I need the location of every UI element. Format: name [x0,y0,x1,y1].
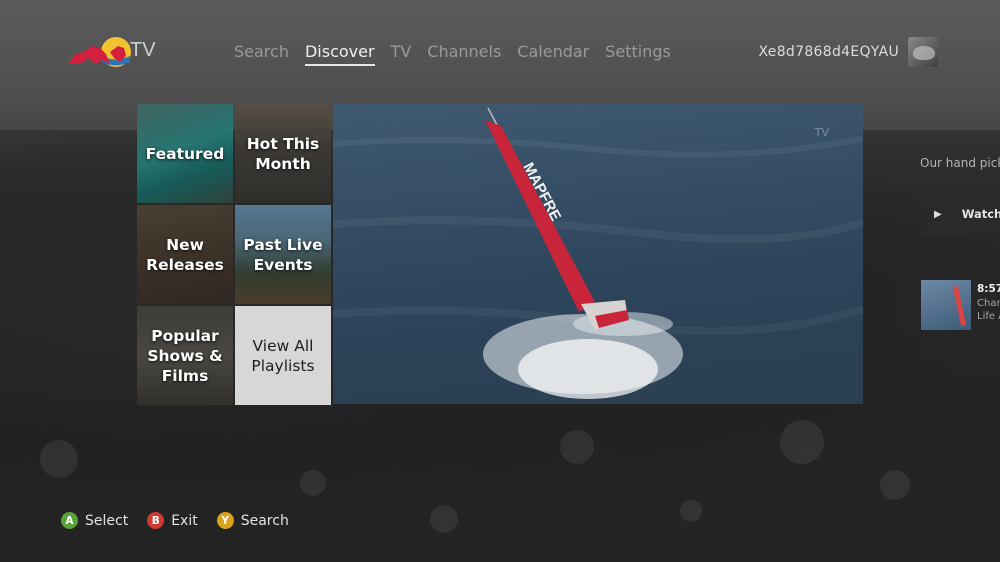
tile-popular-shows-films[interactable]: Popular Shows & Films [137,306,233,405]
background-bokeh [430,505,458,533]
nav-calendar[interactable]: Calendar [517,42,589,66]
nav-search[interactable]: Search [234,42,289,66]
hint-label: Exit [171,512,198,529]
tile-label: New Releases [146,235,224,274]
tile-label: Past Live Events [243,235,323,274]
nav-channels[interactable]: Channels [427,42,501,66]
schedule-title: Char [977,298,1000,309]
schedule-thumbnail[interactable] [921,280,971,330]
watch-label: Watch [961,207,1000,221]
tile-label: Featured [145,144,225,163]
tile-label: Hot This Month [246,134,320,173]
background-bokeh [300,470,326,496]
tile-hot-this-month[interactable]: Hot This Month [235,104,331,203]
background-bokeh [880,470,910,500]
b-button-icon: B [147,512,165,529]
tile-new-releases[interactable]: New Releases [137,205,233,304]
tile-view-all-playlists[interactable]: View All Playlists [235,306,331,405]
background-bokeh [560,430,594,464]
watch-button[interactable]: ▶ Watch [921,193,1000,235]
y-button-icon: Y [216,512,234,529]
gamertag: Xe8d7868d4EQYAU [758,44,899,60]
playlist-tile-grid: Featured Hot This Month New Releases Pas… [137,104,331,405]
hint-label: Select [85,512,129,529]
logo-text: TV [130,39,156,61]
hero-watermark: TV [814,126,829,139]
background-bokeh [780,420,824,464]
tile-label: Popular Shows & Films [147,326,223,385]
controller-hints: A Select B Exit Y Search [61,512,308,529]
nav-discover[interactable]: Discover [304,42,375,66]
hint-select[interactable]: A Select [61,512,128,529]
nav-tv[interactable]: TV [391,42,412,66]
tile-label: View All Playlists [251,336,315,375]
top-navigation: Search Discover TV Channels Calendar Set… [234,42,687,66]
hero-video[interactable]: MAPFRE TV [333,104,863,404]
hint-exit[interactable]: B Exit [147,512,198,529]
hint-label: Search [240,512,289,529]
a-button-icon: A [61,512,78,529]
avatar [908,37,938,67]
next-panel-text: Our hand pick [920,156,1000,170]
tile-past-live-events[interactable]: Past Live Events [235,205,331,304]
user-profile[interactable]: Xe8d7868d4EQYAU [759,37,938,67]
background-bokeh [40,440,78,478]
nav-settings[interactable]: Settings [605,42,671,66]
tile-featured[interactable]: Featured [137,104,233,203]
background-bokeh [680,500,702,522]
red-bull-tv-logo: TV [66,34,158,72]
sailboat-image: MAPFRE [333,107,863,399]
hint-search[interactable]: Y Search [216,512,289,529]
schedule-time: 8:57 [977,283,1000,295]
schedule-subtitle: Life A [977,311,1000,322]
play-icon: ▶ [934,208,942,220]
